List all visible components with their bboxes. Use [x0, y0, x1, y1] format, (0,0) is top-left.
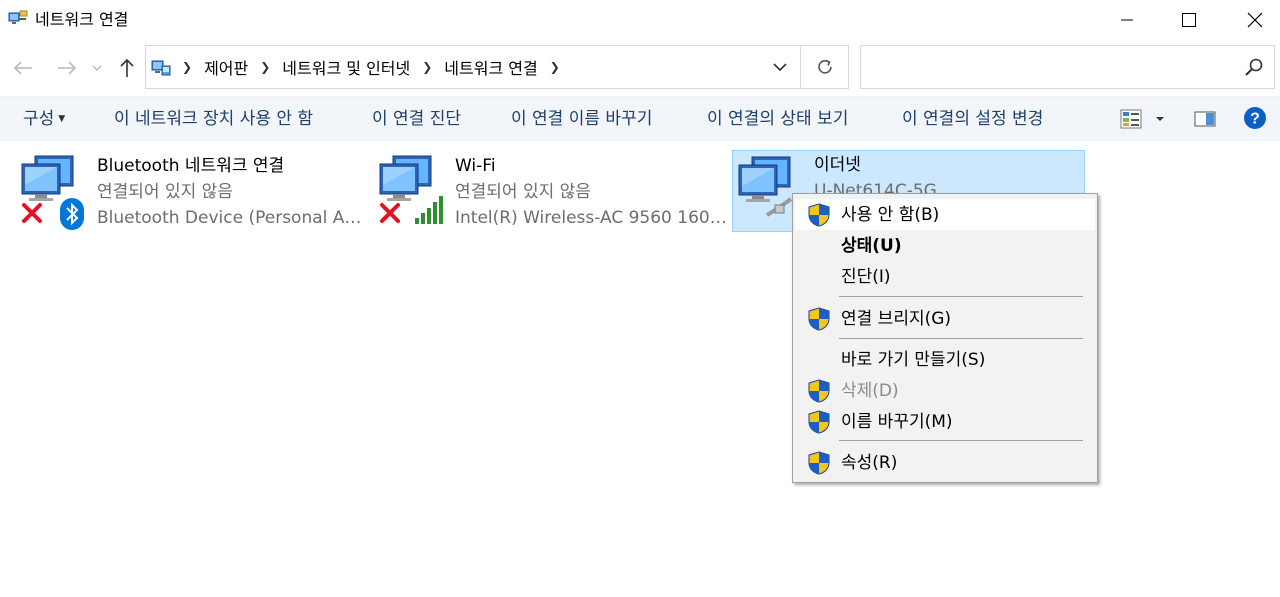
refresh-icon: [818, 59, 832, 74]
menu-item-properties[interactable]: 속성(R): [795, 447, 1095, 478]
menu-item-delete[interactable]: 삭제(D): [795, 375, 1095, 406]
window-title: 네트워크 연결: [35, 10, 129, 29]
organize-button[interactable]: 구성 ▼: [23, 108, 65, 130]
view-status-button[interactable]: 이 연결의 상태 보기: [707, 108, 848, 130]
menu-item-bridge[interactable]: 연결 브리지(G): [795, 303, 1095, 334]
close-button[interactable]: [1232, 0, 1278, 40]
breadcrumb-separator[interactable]: ❯: [544, 60, 566, 74]
ethernet-cable-icon: [765, 197, 793, 217]
adapter-status: 연결되어 있지 않음: [97, 182, 233, 202]
adapter-device: Bluetooth Device (Personal Area ...: [97, 208, 363, 228]
wifi-signal-icon: [415, 196, 443, 224]
menu-item-diagnose[interactable]: 진단(I): [795, 261, 1095, 292]
address-history-button[interactable]: [760, 46, 800, 88]
back-button[interactable]: [8, 55, 38, 81]
caret-down-icon: ▼: [58, 114, 66, 124]
breadcrumb: ❯ 제어판 ❯ 네트워크 및 인터넷 ❯ 네트워크 연결 ❯: [176, 46, 566, 88]
menu-item-create-shortcut[interactable]: 바로 가기 만들기(S): [795, 344, 1095, 375]
menu-separator: [839, 440, 1083, 441]
adapter-name: Wi-Fi: [455, 156, 496, 176]
chevron-down-icon: [773, 63, 787, 71]
menu-item-label: 사용 안 함(B): [841, 205, 940, 225]
menu-item-label: 바로 가기 만들기(S): [841, 350, 986, 370]
preview-pane-button[interactable]: [1193, 107, 1217, 131]
change-settings-button[interactable]: 이 연결의 설정 변경: [902, 108, 1043, 130]
adapter-text: Wi-Fi 연결되어 있지 않음 Intel(R) Wireless-AC 95…: [455, 153, 755, 231]
breadcrumb-network-connections[interactable]: 네트워크 연결: [438, 55, 543, 79]
menu-separator: [839, 338, 1083, 339]
menu-item-label: 삭제(D): [841, 381, 899, 401]
forward-button[interactable]: [52, 55, 82, 81]
command-bar: 구성 ▼ 이 네트워크 장치 사용 안 함 이 연결 진단 이 연결 이름 바꾸기…: [0, 96, 1280, 141]
breadcrumb-separator[interactable]: ❯: [176, 60, 198, 74]
breadcrumb-control-panel[interactable]: 제어판: [198, 55, 254, 79]
breadcrumb-network-and-internet[interactable]: 네트워크 및 인터넷: [276, 55, 416, 79]
maximize-icon: [1182, 13, 1196, 27]
menu-item-label: 연결 브리지(G): [841, 309, 952, 329]
breadcrumb-separator[interactable]: ❯: [254, 60, 276, 74]
address-bar[interactable]: ❯ 제어판 ❯ 네트워크 및 인터넷 ❯ 네트워크 연결 ❯: [145, 45, 849, 89]
svg-text:?: ?: [1250, 111, 1260, 128]
network-connections-icon: [8, 10, 28, 24]
menu-item-label: 상태(U): [841, 236, 902, 256]
search-button[interactable]: [1244, 57, 1266, 79]
error-x-icon: [22, 203, 42, 223]
adapter-bluetooth[interactable]: Bluetooth 네트워크 연결 연결되어 있지 않음 Bluetooth D…: [19, 150, 369, 232]
menu-item-rename[interactable]: 이름 바꾸기(M): [795, 406, 1095, 437]
minimize-icon: [1121, 19, 1133, 21]
adapter-text: Bluetooth 네트워크 연결 연결되어 있지 않음 Bluetooth D…: [97, 153, 397, 231]
uac-shield-icon: [808, 379, 830, 403]
rename-button[interactable]: 이 연결 이름 바꾸기: [511, 108, 652, 130]
close-icon: [1247, 12, 1263, 28]
menu-item-label: 이름 바꾸기(M): [841, 412, 953, 432]
bluetooth-icon: [60, 198, 84, 230]
title-bar: 네트워크 연결: [0, 0, 1280, 40]
adapter-wifi[interactable]: Wi-Fi 연결되어 있지 않음 Intel(R) Wireless-AC 95…: [377, 150, 735, 232]
uac-shield-icon: [808, 410, 830, 434]
diagnose-button[interactable]: 이 연결 진단: [372, 108, 461, 130]
help-button[interactable]: ?: [1243, 106, 1267, 130]
adapter-status: 연결되어 있지 않음: [455, 182, 591, 202]
menu-item-label: 속성(R): [841, 453, 898, 473]
uac-shield-icon: [808, 203, 830, 227]
adapter-name: 이더넷: [814, 155, 861, 175]
arrow-right-icon: [58, 61, 77, 75]
minimize-button[interactable]: [1104, 0, 1150, 40]
organize-label: 구성: [23, 109, 55, 129]
adapter-name: Bluetooth 네트워크 연결: [97, 156, 285, 176]
search-icon: [1245, 58, 1263, 76]
view-options-icon: [1120, 109, 1164, 129]
up-button[interactable]: [113, 55, 141, 81]
preview-pane-icon: [1194, 111, 1216, 127]
uac-shield-icon: [808, 451, 830, 475]
chevron-down-icon: [92, 65, 102, 71]
breadcrumb-separator[interactable]: ❯: [416, 60, 438, 74]
recent-locations-button[interactable]: [88, 55, 106, 81]
help-icon: ?: [1244, 107, 1266, 129]
menu-item-disable[interactable]: 사용 안 함(B): [795, 199, 1095, 230]
error-x-icon: [380, 203, 400, 223]
change-view-button[interactable]: [1118, 107, 1168, 131]
control-panel-network-icon: [151, 60, 171, 76]
context-menu: 사용 안 함(B) 상태(U) 진단(I) 연결 브리지(G) 바로 가기 만들…: [792, 193, 1098, 483]
uac-shield-icon: [808, 307, 830, 331]
search-input[interactable]: [860, 45, 1275, 89]
arrow-left-icon: [13, 61, 32, 75]
menu-separator: [839, 296, 1083, 297]
menu-item-label: 진단(I): [841, 267, 891, 287]
menu-item-status[interactable]: 상태(U): [795, 230, 1095, 261]
disable-device-button[interactable]: 이 네트워크 장치 사용 안 함: [114, 108, 313, 130]
adapter-device: Intel(R) Wireless-AC 9560 160MHz: [455, 208, 735, 228]
refresh-button[interactable]: [801, 46, 849, 88]
maximize-button[interactable]: [1166, 0, 1212, 40]
arrow-up-icon: [120, 58, 134, 77]
